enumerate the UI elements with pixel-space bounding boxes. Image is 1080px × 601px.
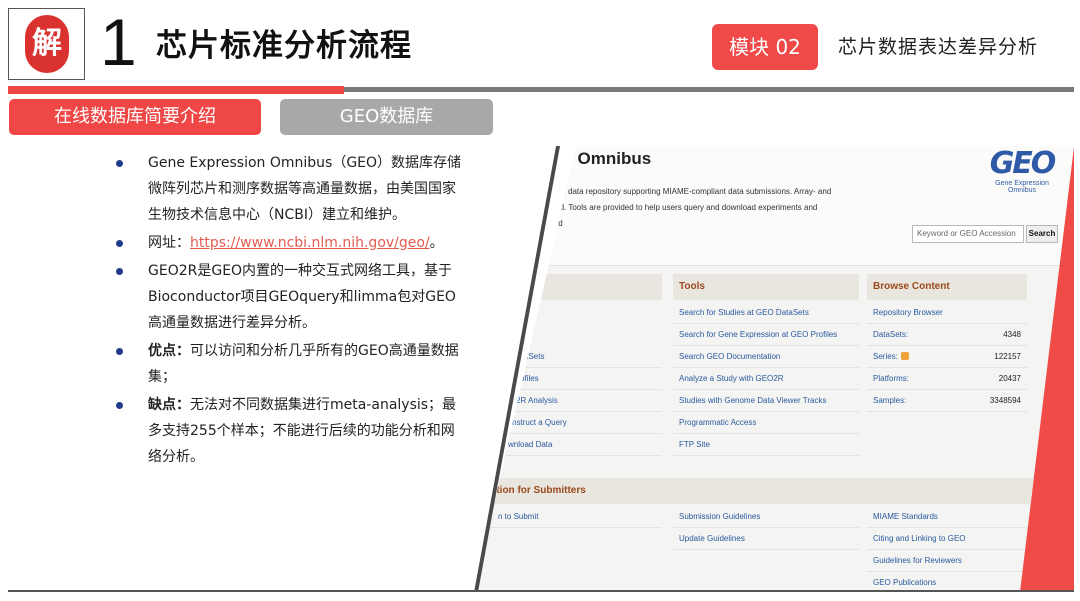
section-number: 1 xyxy=(100,5,137,79)
geo-browse-count: 122157 xyxy=(994,352,1021,361)
page-title: 芯片标准分析流程 xyxy=(156,28,412,64)
geo-search-input[interactable]: Keyword or GEO Accession xyxy=(912,225,1024,243)
bullet-item: 优点：可以访问和分析几乎所有的GEO高通量数据集； xyxy=(108,338,468,390)
geo-browse-datasets[interactable]: DataSets: 4348 xyxy=(867,324,1027,346)
bullet-label: 缺点： xyxy=(148,397,190,413)
bullet-item: 缺点：无法对不同数据集进行meta-analysis；最多支持255个样本；不能… xyxy=(108,392,468,470)
tab-online-database-intro[interactable]: 在线数据库简要介绍 xyxy=(9,99,261,135)
geo-url-link[interactable]: https://www.ncbi.nlm.nih.gov/geo/ xyxy=(190,235,430,251)
tab-geo-database[interactable]: GEO数据库 xyxy=(280,99,493,135)
geo-citing-link[interactable]: Citing and Linking to GEO xyxy=(867,528,1027,550)
geo-browse-label: Samples: xyxy=(873,396,907,405)
bullet-text: GEO2R是GEO内置的一种交互式网络工具，基于Bioconductor项目GE… xyxy=(148,263,456,331)
geo-tools-link[interactable]: Studies with Genome Data Viewer Tracks xyxy=(673,390,859,412)
geo-publications-link[interactable]: GEO Publications xyxy=(867,572,1027,592)
module-description: 芯片数据表达差异分析 xyxy=(838,36,1039,58)
geo-browse-count: 20437 xyxy=(998,374,1021,383)
geo-browse-repository-browser[interactable]: Repository Browser xyxy=(867,302,1027,324)
module-badge: 模块 02 xyxy=(712,24,818,70)
header-divider-accent xyxy=(8,86,344,94)
geo-browse-label: DataSets: xyxy=(873,330,909,339)
bullet-dot-icon xyxy=(116,268,123,275)
geo-tools-heading: Tools xyxy=(673,274,859,300)
footer-divider xyxy=(8,590,1074,592)
bullet-item: GEO2R是GEO内置的一种交互式网络工具，基于Bioconductor项目GE… xyxy=(108,258,468,336)
header-divider xyxy=(344,87,1074,92)
geo-tools-link[interactable]: Search for Studies at GEO DataSets xyxy=(673,302,859,324)
geo-browse-label: Series: xyxy=(873,352,898,361)
bullet-prefix: 网址： xyxy=(148,235,190,251)
geo-submitters-heading: rmation for Submitters xyxy=(474,478,1074,504)
geo-browse-label: Repository Browser xyxy=(873,308,943,317)
geo-browse-count: 4348 xyxy=(1003,330,1021,339)
bullet-dot-icon xyxy=(116,240,123,247)
geo-miame-link[interactable]: MIAME Standards xyxy=(867,506,1027,528)
geo-submit-link[interactable]: n to Submit xyxy=(474,506,662,528)
geo-tools-link[interactable]: FTP Site xyxy=(673,434,859,456)
geo-header: on Omnibus enomics data repository suppo… xyxy=(474,146,1074,266)
bullet-text: 可以访问和分析几乎所有的GEO高通量数据集； xyxy=(148,343,459,385)
geo-description: enomics data repository supporting MIAME… xyxy=(536,187,832,228)
rss-icon[interactable] xyxy=(900,352,909,360)
bullet-item: 网址：https://www.ncbi.nlm.nih.gov/geo/。 xyxy=(108,230,468,256)
geo-logo-subtitle: Gene Expression Omnibus xyxy=(995,180,1049,194)
seal-logo-glyph: 解 xyxy=(32,26,62,61)
geo-browse-count: 3348594 xyxy=(989,396,1021,405)
geo-tools-link[interactable]: Programmatic Access xyxy=(673,412,859,434)
bullet-dot-icon xyxy=(116,348,123,355)
bullet-item: Gene Expression Omnibus（GEO）数据库存储微阵列芯片和测… xyxy=(108,150,468,228)
geo-reviewers-link[interactable]: Guidelines for Reviewers xyxy=(867,550,1027,572)
logo-box: 解 xyxy=(8,8,85,80)
seal-logo-icon: 解 xyxy=(25,15,69,73)
bullet-text: Gene Expression Omnibus（GEO）数据库存储微阵列芯片和测… xyxy=(148,155,462,223)
bullet-dot-icon xyxy=(116,402,123,409)
geo-submit-guidelines-link[interactable]: Submission Guidelines xyxy=(673,506,859,528)
geo-browse-label: Platforms: xyxy=(873,374,910,383)
geo-browse-series[interactable]: Series: 122157 xyxy=(867,346,1027,368)
geo-search-button[interactable]: Search xyxy=(1026,225,1058,243)
geo-browse-samples[interactable]: Samples: 3348594 xyxy=(867,390,1027,412)
geo-website-screenshot: on Omnibus enomics data repository suppo… xyxy=(474,146,1074,592)
geo-browse-heading: Browse Content xyxy=(867,274,1027,300)
content-stage: on Omnibus enomics data repository suppo… xyxy=(8,146,1074,592)
bullet-text: 无法对不同数据集进行meta-analysis；最多支持255个样本；不能进行后… xyxy=(148,397,457,465)
geo-logo: GEO Gene Expression Omnibus xyxy=(982,146,1062,194)
bullet-label: 优点： xyxy=(148,343,190,359)
geo-tools-link[interactable]: Search GEO Documentation xyxy=(673,346,859,368)
bullet-list: Gene Expression Omnibus（GEO）数据库存储微阵列芯片和测… xyxy=(108,150,468,472)
geo-tools-link[interactable]: Search for Gene Expression at GEO Profil… xyxy=(673,324,859,346)
geo-update-guidelines-link[interactable]: Update Guidelines xyxy=(673,528,859,550)
geo-logo-word: GEO xyxy=(989,146,1057,181)
geo-tools-link[interactable]: Analyze a Study with GEO2R xyxy=(673,368,859,390)
bullet-suffix: 。 xyxy=(429,235,444,251)
bullet-dot-icon xyxy=(116,160,123,167)
geo-browse-platforms[interactable]: Platforms: 20437 xyxy=(867,368,1027,390)
